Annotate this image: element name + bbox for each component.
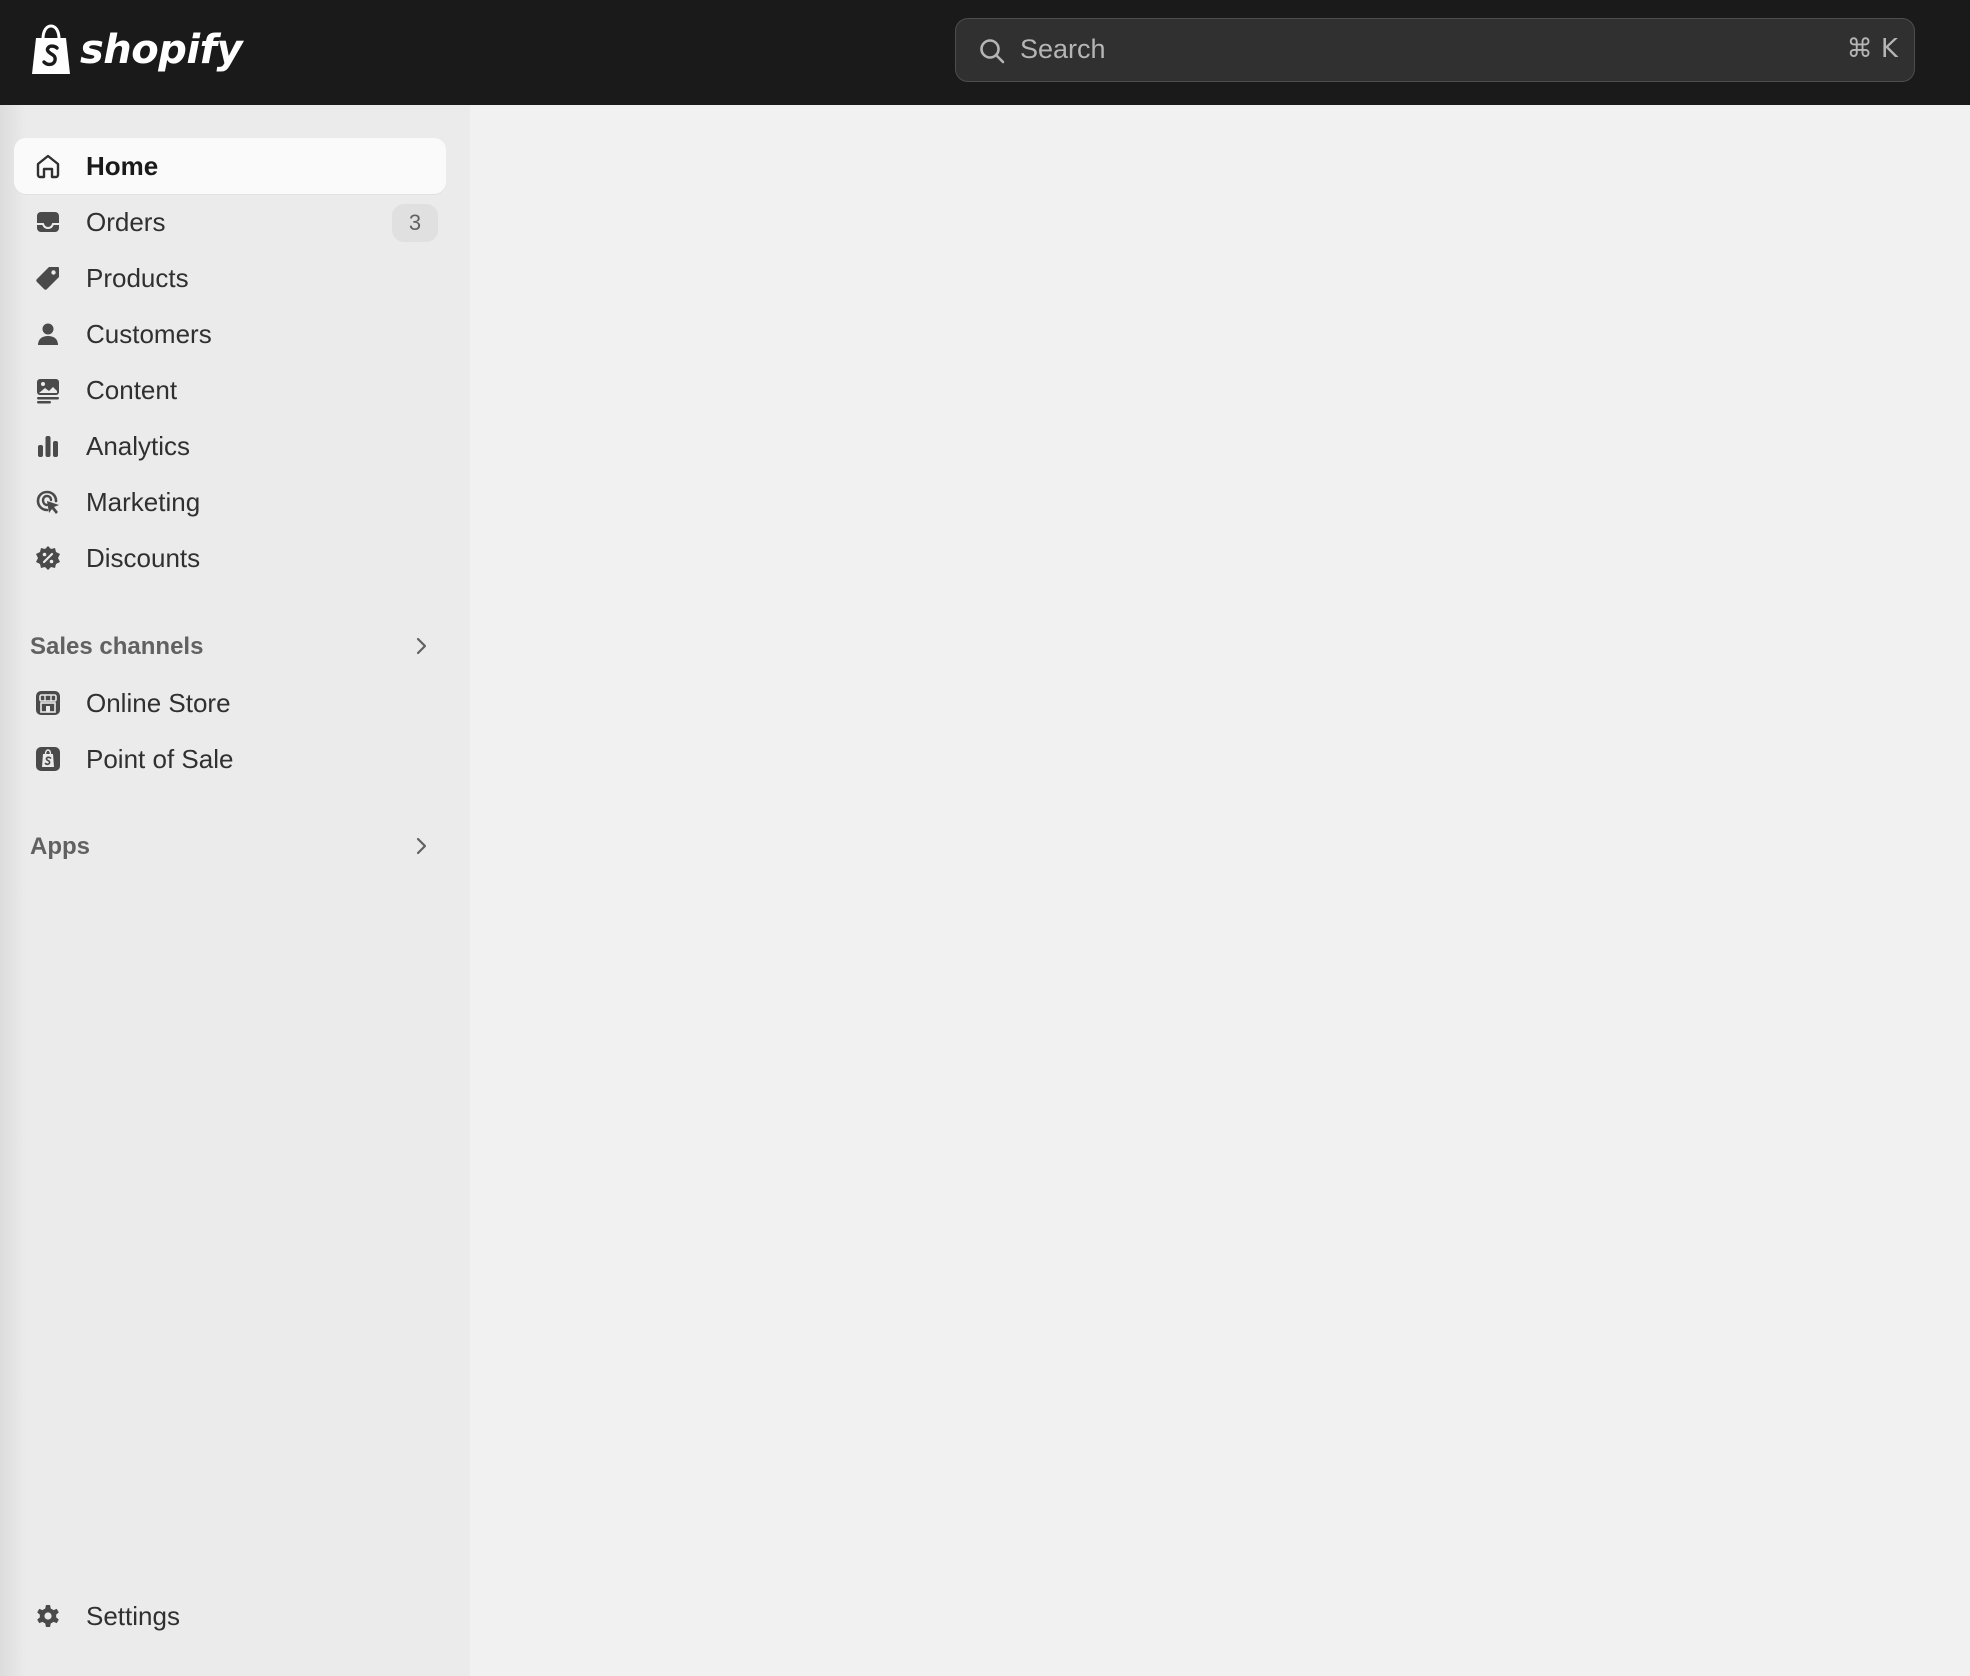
- search-input[interactable]: [1020, 19, 1780, 80]
- home-icon: [36, 154, 60, 179]
- sidebar-item-home[interactable]: Home: [14, 138, 446, 194]
- sidebar-item-orders[interactable]: Orders 3: [14, 194, 446, 250]
- sidebar-item-label: Content: [86, 375, 178, 405]
- sidebar-item-label: Products: [86, 263, 189, 293]
- sidebar-item-marketing[interactable]: Marketing: [14, 474, 446, 530]
- search-icon: [980, 39, 1005, 64]
- content-icon: [37, 379, 59, 404]
- orders-count-badge: 3: [392, 204, 438, 242]
- pos-icon: [36, 747, 60, 771]
- gear-icon: [37, 1605, 59, 1627]
- sidebar-item-products[interactable]: Products: [14, 250, 446, 306]
- sidebar-item-content[interactable]: Content: [14, 362, 446, 418]
- sidebar-item-label: Customers: [86, 319, 212, 349]
- top-bar: shopify ⌘ K: [0, 0, 1970, 105]
- section-label: Sales channels: [30, 633, 204, 660]
- search-bar[interactable]: ⌘ K: [955, 18, 1915, 82]
- sidebar-item-customers[interactable]: Customers: [14, 306, 446, 362]
- sidebar-item-label: Discounts: [86, 543, 201, 573]
- section-label: Apps: [30, 833, 90, 860]
- sidebar-item-point-of-sale[interactable]: Point of Sale: [14, 731, 446, 787]
- person-icon: [38, 323, 58, 345]
- sidebar-item-online-store[interactable]: Online Store: [14, 675, 446, 731]
- chevron-right-icon: [416, 637, 427, 655]
- shopify-bag-icon: [32, 24, 70, 74]
- sidebar-item-discounts[interactable]: Discounts: [14, 530, 446, 586]
- sidebar-item-label: Point of Sale: [86, 744, 234, 774]
- sidebar-item-settings[interactable]: Settings: [14, 1588, 446, 1644]
- sidebar-item-label: Home: [86, 151, 159, 181]
- main-content: [470, 105, 1970, 1676]
- sidebar-item-label: Settings: [86, 1601, 180, 1631]
- target-icon: [36, 490, 59, 514]
- sidebar: Home Orders 3 Products Customers Content…: [0, 105, 470, 1676]
- shopify-logo[interactable]: shopify: [28, 24, 243, 76]
- sidebar-item-label: Analytics: [86, 431, 191, 461]
- tag-icon: [36, 267, 59, 290]
- apps-header[interactable]: Apps: [14, 821, 446, 871]
- sidebar-item-label: Orders: [86, 207, 166, 237]
- sidebar-item-analytics[interactable]: Analytics: [14, 418, 446, 474]
- bar-chart-icon: [38, 436, 58, 457]
- chevron-right-icon: [416, 837, 427, 855]
- inbox-icon: [37, 212, 59, 232]
- sidebar-item-label: Marketing: [86, 487, 201, 517]
- sidebar-item-label: Online Store: [86, 688, 231, 718]
- store-icon: [36, 691, 60, 715]
- sales-channels-header[interactable]: Sales channels: [14, 621, 446, 671]
- brand-name: shopify: [80, 27, 243, 73]
- keyboard-shortcut-hint: ⌘ K: [1846, 34, 1898, 64]
- discount-icon: [36, 546, 60, 570]
